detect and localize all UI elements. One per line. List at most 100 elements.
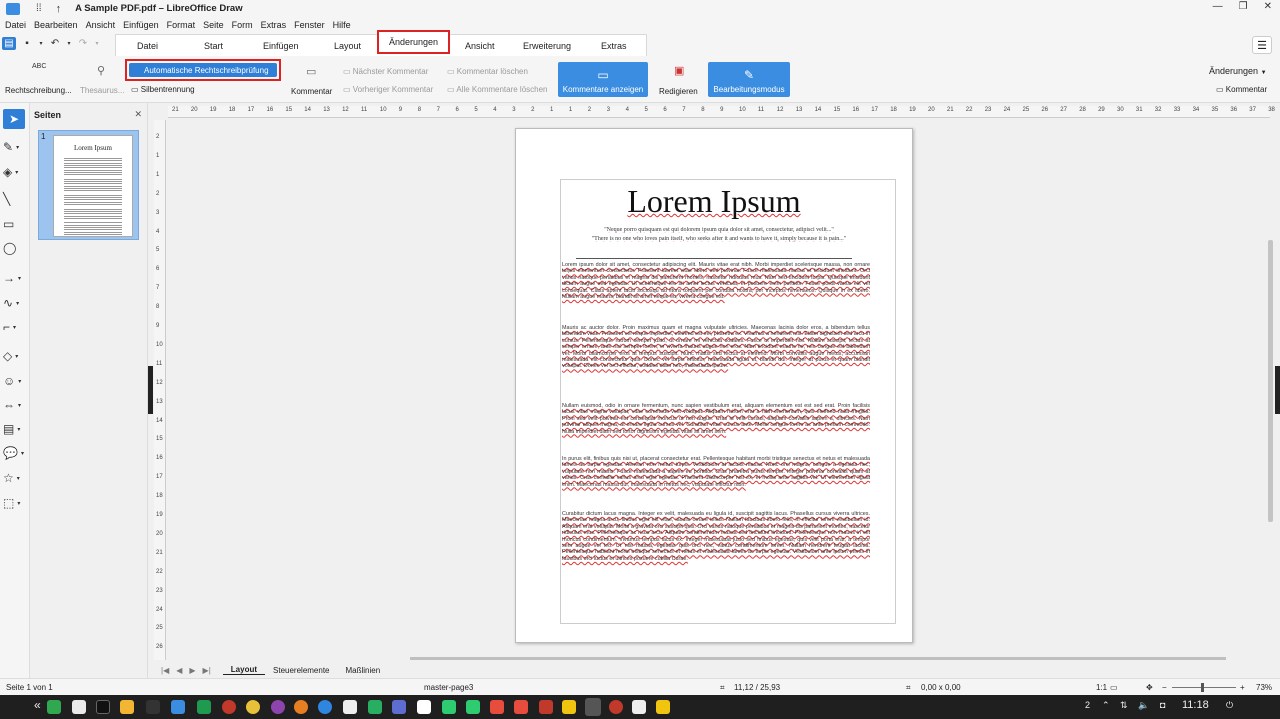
menu-extras[interactable]: Extras [261, 20, 287, 30]
zoom-level[interactable]: 73% [1256, 683, 1272, 692]
3d-objects-icon[interactable]: ⬚ ▾ [3, 493, 27, 513]
spelling-button[interactable]: Rechtschreibung... [5, 86, 72, 95]
present-app-icon[interactable] [514, 700, 528, 714]
tab-datei[interactable]: Datei [137, 41, 158, 51]
workspace-indicator[interactable] [585, 698, 601, 716]
volume-icon[interactable]: 🔈 [1138, 700, 1149, 711]
rectangle-tool-icon[interactable]: ▭ [3, 214, 27, 234]
redact-button[interactable]: Redigieren [659, 87, 698, 96]
workspace-number[interactable]: 2 [1085, 700, 1090, 710]
connector-tool-icon[interactable]: ⌐ ▾ [3, 317, 27, 337]
menu-hilfe[interactable]: Hilfe [333, 20, 351, 30]
changes-dropdown[interactable]: Änderungen ▼ [1209, 66, 1267, 76]
edit-mode-button[interactable]: ✎ Bearbeitungsmodus [708, 62, 790, 97]
sticky-app-icon[interactable] [562, 700, 576, 714]
redo-icon[interactable]: ↷ [76, 37, 90, 50]
undo-dropdown-icon[interactable]: ▾ [66, 37, 72, 50]
next-comment-button[interactable]: ▭ Nächster Kommentar [343, 67, 428, 76]
clock[interactable]: 11:18 [1182, 699, 1209, 711]
line-color-icon[interactable]: ✎ ▾ [3, 137, 27, 157]
search-app-icon[interactable] [222, 700, 236, 714]
document-app-icon[interactable] [72, 700, 86, 714]
menu-datei[interactable]: Datei [5, 20, 26, 30]
layer-tab-dimensions[interactable]: Maßlinien [338, 666, 389, 675]
menu-form[interactable]: Form [232, 20, 253, 30]
menu-einfuegen[interactable]: Einfügen [123, 20, 159, 30]
camera-icon[interactable]: ◘ [1160, 700, 1165, 710]
launcher-arrows-icon[interactable]: « [34, 698, 41, 712]
layer-tab-layout[interactable]: Layout [222, 665, 266, 675]
tab-extras[interactable]: Extras [601, 41, 627, 51]
symbol-shapes-icon[interactable]: ☺ ▾ [3, 371, 27, 391]
horizontal-ruler[interactable]: 21 20 19 18 17 16 15 14 13 12 11 10 9 8 7 6 5 4 3 2 1 1 2 3 4 5 6 7… [168, 106, 1275, 118]
menu-ansicht[interactable]: Ansicht [86, 20, 116, 30]
calc2-app-icon[interactable] [466, 700, 480, 714]
select-tool-icon[interactable]: ➤ [3, 109, 25, 129]
ellipse-tool-icon[interactable]: ◯ [3, 238, 27, 258]
minimize-icon[interactable]: — [1213, 1, 1223, 12]
next-layer-icon[interactable]: ▶ [189, 666, 195, 675]
files-running-icon[interactable] [656, 700, 670, 714]
right-comment-button[interactable]: ▭ Kommentar [1216, 85, 1267, 94]
paragraph[interactable]: Mauris ac auctor dolor. Proin maximus qu… [562, 325, 870, 395]
maximize-icon[interactable]: ❐ [1239, 1, 1248, 12]
calc-app-icon[interactable] [197, 700, 211, 714]
save-icon[interactable]: ▪ [20, 37, 34, 50]
page-thumbnail[interactable]: 1 Lorem Ipsum [38, 130, 139, 240]
vertical-scrollbar[interactable] [1268, 240, 1273, 522]
zoom-out-icon[interactable]: − [1162, 683, 1167, 692]
pin-icon[interactable]: ↑ [56, 3, 62, 15]
tab-einfuegen[interactable]: Einfügen [263, 41, 299, 51]
file-app-icon[interactable] [343, 700, 357, 714]
menu-seite[interactable]: Seite [203, 20, 224, 30]
basic-shapes-icon[interactable]: ◇ ▾ [3, 346, 27, 366]
console-app-icon[interactable] [146, 700, 160, 714]
writer-app-icon[interactable] [417, 700, 431, 714]
firefox-app-icon[interactable] [294, 700, 308, 714]
prev-layer-icon[interactable]: ◀ [176, 666, 182, 675]
curve-tool-icon[interactable]: ∿ ▾ [3, 293, 27, 313]
zoom-slider[interactable] [1172, 687, 1236, 688]
text-app-icon[interactable] [539, 700, 553, 714]
firefox-running-icon[interactable] [609, 700, 623, 714]
thesaurus-button[interactable]: Thesaurus... [80, 86, 124, 95]
undo-icon[interactable]: ↶ [48, 37, 62, 50]
paragraph[interactable]: Nullam euismod, odio in ornare fermentum… [562, 403, 870, 449]
draw-app-icon[interactable] [392, 700, 406, 714]
chevron-up-icon[interactable]: ⌃ [1102, 700, 1110, 711]
flowchart-icon[interactable]: ▤ ▾ [3, 419, 27, 439]
quote-line-1[interactable]: "Neque porro quisquam est qui dolorem ip… [576, 227, 862, 233]
hamburger-menu-icon[interactable]: ☰ [1252, 36, 1272, 54]
block-arrows-icon[interactable]: ⇔ ▾ [3, 395, 27, 415]
menu-fenster[interactable]: Fenster [294, 20, 325, 30]
sheet-app-icon[interactable] [368, 700, 382, 714]
grid-icon[interactable]: ⁞⁞ [36, 3, 42, 14]
power-icon[interactable]: ⏻ [1226, 700, 1233, 711]
tab-aenderungen[interactable]: Änderungen [377, 30, 451, 54]
show-comments-button[interactable]: ▭ Kommentare anzeigen [558, 62, 648, 97]
auto-spellcheck-button[interactable]: Automatische Rechtschreibprüfung [129, 63, 277, 77]
tab-start[interactable]: Start [204, 41, 223, 51]
fit-page-icon[interactable]: ✥ [1146, 683, 1153, 692]
sidebar-collapse-handle[interactable] [148, 366, 153, 414]
callouts-icon[interactable]: 💬 ▾ [3, 443, 27, 463]
delete-comment-button[interactable]: ▭ Kommentar löschen [447, 67, 528, 76]
hyphenation-button[interactable]: ▭ Silbentrennung [131, 85, 195, 94]
spreadsheet-app-icon[interactable] [47, 700, 61, 714]
zoom-slider-thumb[interactable] [1201, 683, 1204, 692]
last-layer-icon[interactable]: ▶| [203, 666, 211, 675]
layer-tab-controls[interactable]: Steuerelemente [265, 666, 337, 675]
arrow-line-icon[interactable]: → ▾ [3, 268, 27, 288]
paragraph[interactable]: Lorem ipsum dolor sit amet, consectetur … [562, 262, 870, 320]
folder-app-icon[interactable] [120, 700, 134, 714]
comment-button[interactable]: Kommentar [291, 87, 332, 96]
right-sidebar-handle[interactable] [1275, 366, 1280, 414]
tab-ansicht[interactable]: Ansicht [465, 41, 495, 51]
notebookbar-icon[interactable]: ▤ [2, 37, 16, 50]
tab-layout[interactable]: Layout [334, 41, 361, 51]
finder-app-icon[interactable] [318, 700, 332, 714]
pdf-app-icon[interactable] [490, 700, 504, 714]
quote-line-2[interactable]: "There is no one who loves pain itself, … [576, 236, 862, 242]
browser-app-icon[interactable] [171, 700, 185, 714]
menu-format[interactable]: Format [167, 20, 196, 30]
